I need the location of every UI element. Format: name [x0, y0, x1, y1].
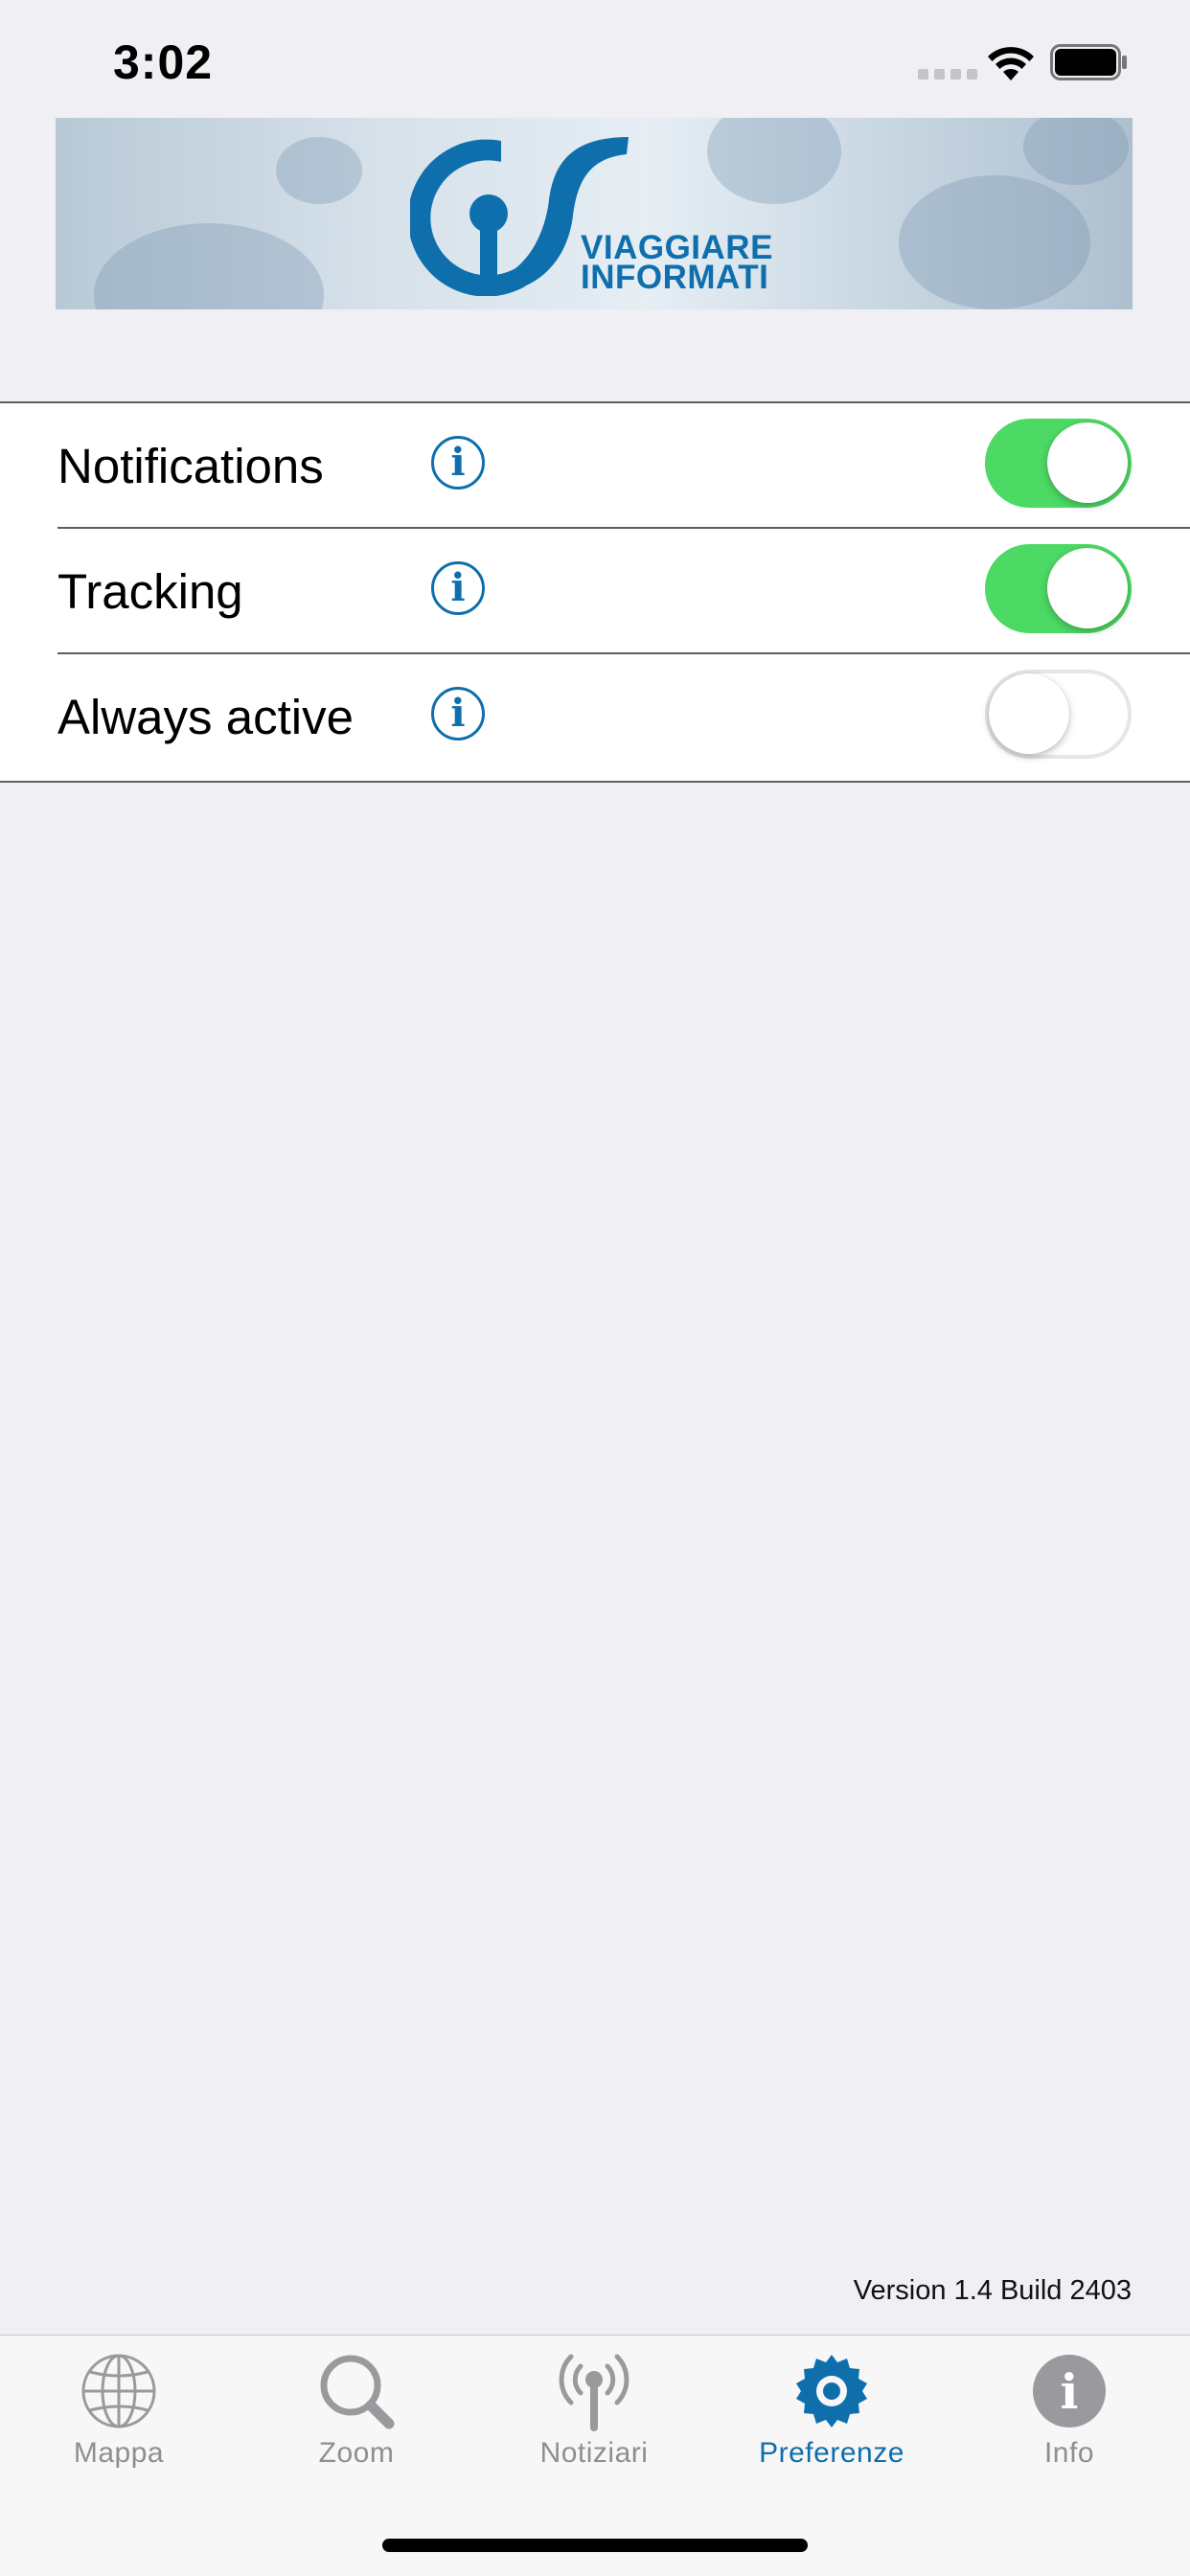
- wifi-icon: [988, 47, 1034, 80]
- tab-mappa[interactable]: Mappa: [0, 2351, 238, 2470]
- status-time: 3:02: [113, 35, 214, 89]
- info-icon[interactable]: i: [431, 687, 485, 741]
- gear-icon: [796, 2355, 867, 2428]
- tab-zoom[interactable]: Zoom: [238, 2351, 475, 2470]
- battery-icon: [1050, 44, 1127, 80]
- globe-icon: [81, 2354, 156, 2428]
- info-icon[interactable]: i: [431, 436, 485, 490]
- tab-info[interactable]: i Info: [950, 2351, 1188, 2470]
- info-icon[interactable]: i: [431, 561, 485, 615]
- setting-label: Notifications: [57, 439, 324, 493]
- cellular-signal-icon: [918, 69, 977, 80]
- broadcast-icon: [559, 2354, 629, 2431]
- tab-label: Notiziari: [539, 2437, 649, 2469]
- setting-label: Always active: [57, 690, 354, 744]
- toggle-knob: [1047, 422, 1128, 503]
- header-banner: VIAGGIARE INFORMATI: [56, 118, 1133, 309]
- version-label: Version 1.4 Build 2403: [853, 2275, 1132, 2306]
- magnifier-icon: [320, 2355, 395, 2429]
- tab-preferenze[interactable]: Preferenze: [713, 2351, 950, 2470]
- status-bar: 3:02: [0, 0, 1190, 126]
- setting-label: Tracking: [57, 564, 243, 619]
- tab-label: Preferenze: [759, 2437, 904, 2469]
- banner-tagline-line2: INFORMATI: [581, 259, 769, 296]
- always-active-toggle[interactable]: [985, 670, 1132, 759]
- info-circle-icon: i: [1033, 2355, 1106, 2428]
- banner-tagline: VIAGGIARE INFORMATI: [581, 231, 773, 296]
- tab-label: Zoom: [318, 2437, 395, 2469]
- notifications-toggle[interactable]: [985, 419, 1132, 508]
- setting-row-tracking: Tracking i: [0, 529, 1190, 654]
- home-indicator[interactable]: [382, 2539, 808, 2552]
- tab-notiziari[interactable]: Notiziari: [475, 2351, 713, 2470]
- setting-row-always-active: Always active i: [0, 654, 1190, 780]
- toggle-knob: [989, 673, 1069, 754]
- tab-label: Mappa: [73, 2437, 165, 2469]
- tracking-toggle[interactable]: [985, 544, 1132, 633]
- toggle-knob: [1047, 548, 1128, 628]
- setting-row-notifications: Notifications i: [0, 403, 1190, 529]
- settings-list: Notifications i Tracking i Always active…: [0, 401, 1190, 783]
- tab-label: Info: [1043, 2437, 1095, 2469]
- svg-text:i: i: [1061, 2363, 1079, 2420]
